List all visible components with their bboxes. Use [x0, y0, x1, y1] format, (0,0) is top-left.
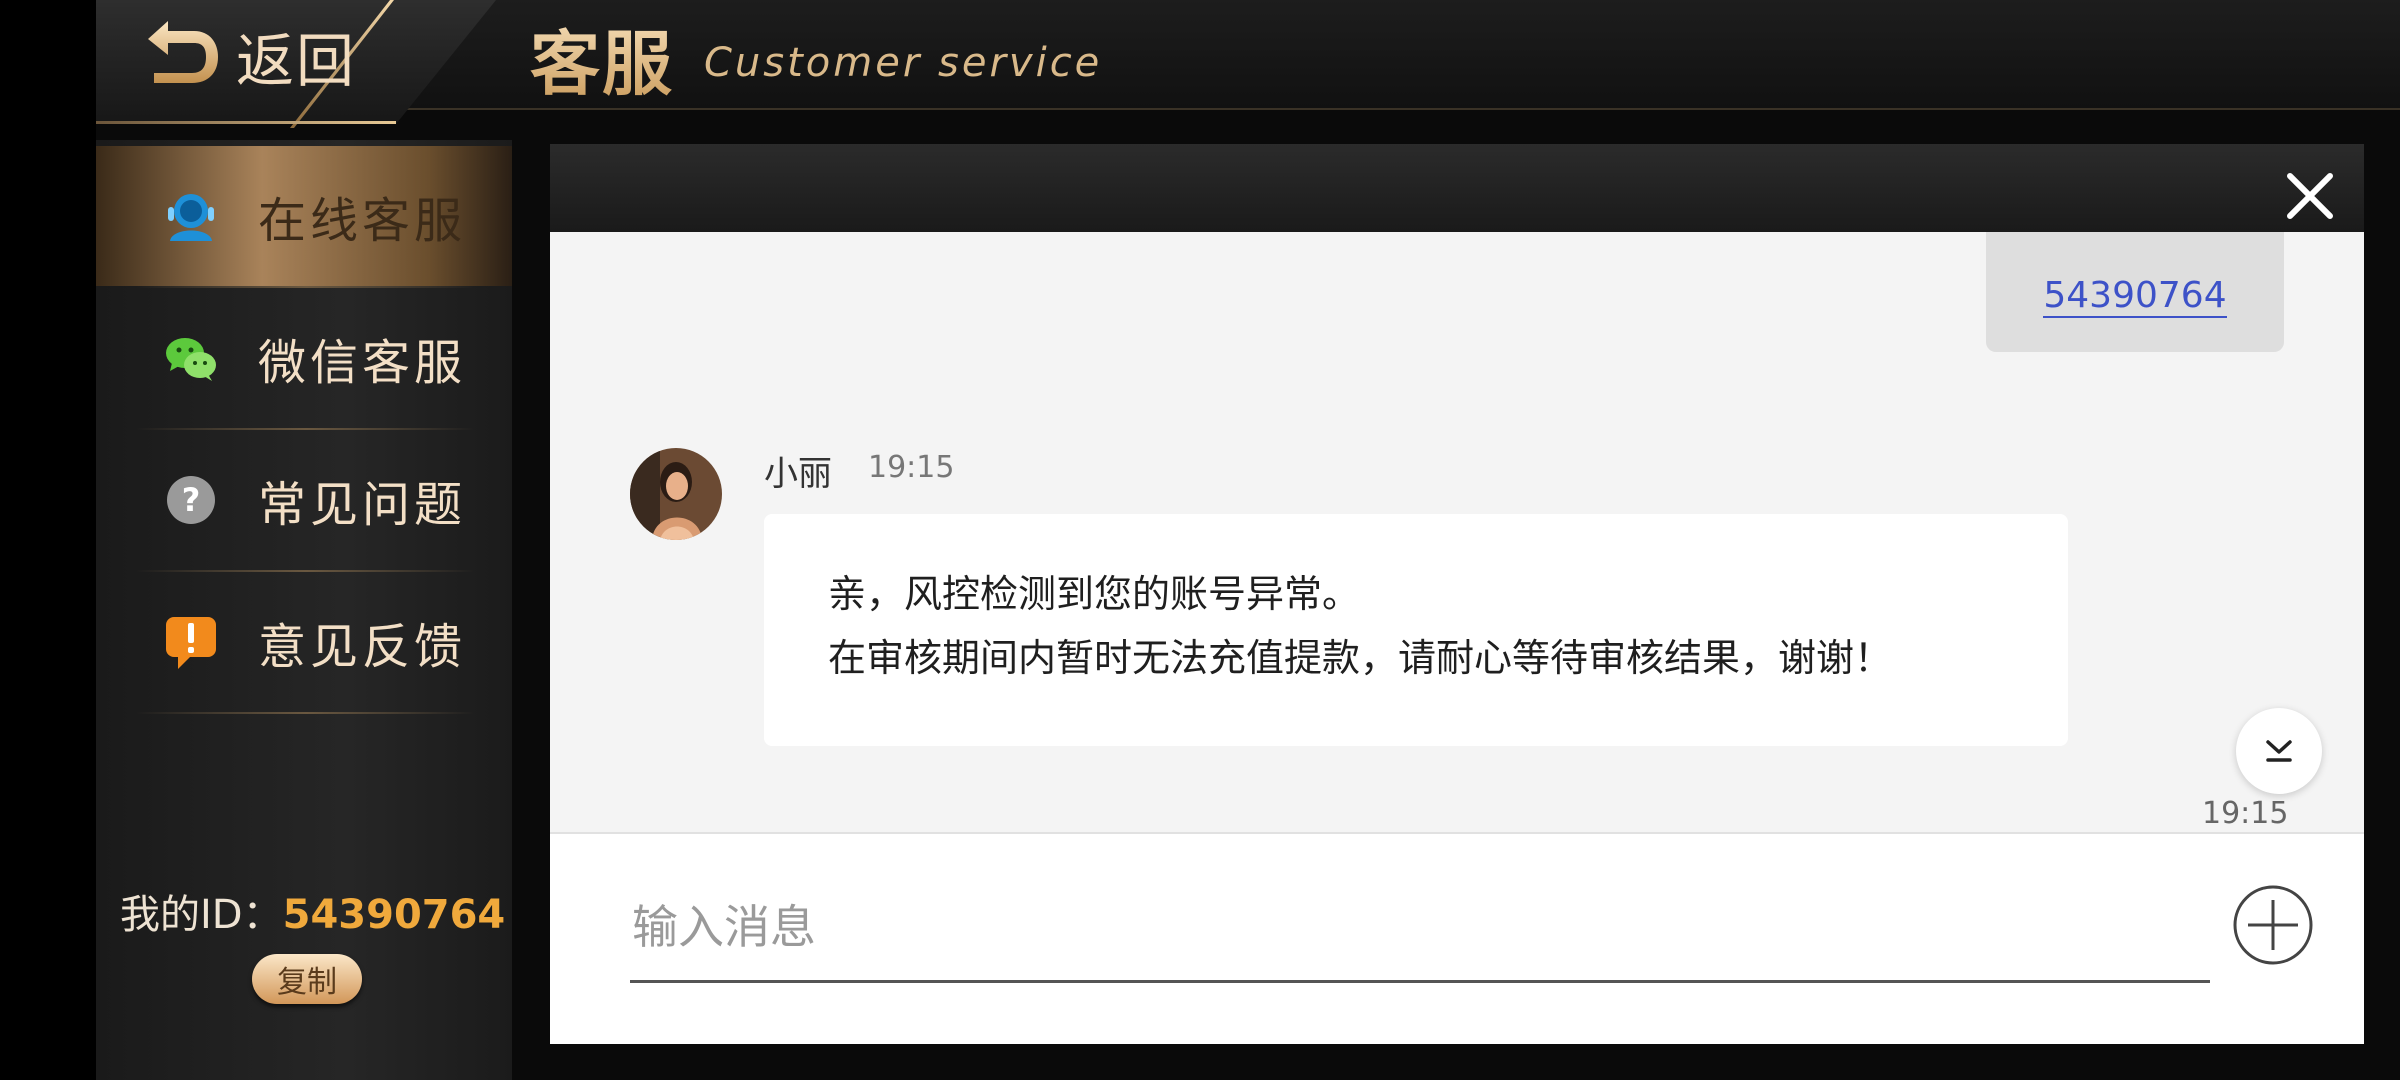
agent-avatar: [630, 448, 722, 540]
my-id: 我的ID：54390764: [120, 882, 505, 940]
message-line: 在审核期间内暂时无法充值提款，请耐心等待审核结果，谢谢！: [828, 636, 1893, 680]
sidebar: 在线客服 微信客服 ? 常见问题 意见反馈 我的ID：54390764 复制: [96, 140, 512, 1080]
my-id-value: 54390764: [282, 892, 506, 938]
message-timestamp: 19:15: [2202, 796, 2289, 831]
input-bar: [550, 832, 2364, 1044]
back-arrow-icon: [148, 21, 218, 83]
wechat-icon: [166, 338, 216, 381]
customer-service-app: 返回 客服 Customer service 在线客服 微信客服 ? 常见问题 …: [96, 0, 2400, 1080]
sidebar-item-label: 常见问题: [258, 477, 467, 533]
user-headset-icon: [168, 194, 214, 241]
message-input[interactable]: [630, 874, 2210, 983]
close-icon[interactable]: [2282, 168, 2338, 224]
sidebar-item-online-service[interactable]: 在线客服: [96, 146, 512, 286]
message-time: 19:15: [868, 450, 955, 485]
back-label: 返回: [236, 27, 357, 95]
sidebar-item-faq[interactable]: ? 常见问题: [96, 430, 512, 570]
chevron-down-icon: [2266, 740, 2292, 762]
sidebar-item-feedback[interactable]: 意见反馈: [96, 572, 512, 712]
sidebar-item-label: 微信客服: [258, 335, 467, 391]
chat-top-bar: [550, 144, 2364, 232]
page-subtitle: Customer service: [704, 40, 1103, 86]
svg-text:?: ?: [182, 481, 201, 519]
my-id-label: 我的ID：: [120, 892, 283, 938]
chat-panel: 54390764 小丽 19:15 亲，风控检测到您的账号异常。 在审核期间内暂…: [550, 144, 2364, 1044]
copy-id-button[interactable]: 复制: [252, 954, 362, 1004]
agent-name: 小丽: [764, 454, 832, 494]
menu-divider: [136, 712, 476, 714]
feedback-exclamation-icon: [166, 617, 216, 669]
sent-message-bubble: 54390764: [1986, 232, 2284, 352]
back-button[interactable]: 返回: [142, 16, 356, 96]
sidebar-item-label: 意见反馈: [258, 619, 467, 675]
sidebar-item-label: 在线客服: [258, 193, 467, 249]
scroll-to-bottom-button[interactable]: [2236, 708, 2322, 794]
message-list[interactable]: 54390764 小丽 19:15 亲，风控检测到您的账号异常。 在审核期间内暂…: [550, 232, 2364, 832]
avatar-image: [630, 448, 722, 540]
add-attachment-icon[interactable]: [2232, 884, 2314, 966]
page-title: 客服: [530, 8, 674, 109]
sidebar-item-wechat-service[interactable]: 微信客服: [96, 288, 512, 428]
question-icon: ?: [167, 476, 215, 524]
back-area-underline: [96, 121, 396, 124]
header-bar: 返回 客服 Customer service: [96, 0, 2400, 128]
received-message-bubble: 亲，风控检测到您的账号异常。 在审核期间内暂时无法充值提款，请耐心等待审核结果，…: [764, 514, 2068, 746]
message-line: 亲，风控检测到您的账号异常。: [828, 572, 1361, 616]
sent-message-link[interactable]: 54390764: [2043, 275, 2227, 318]
